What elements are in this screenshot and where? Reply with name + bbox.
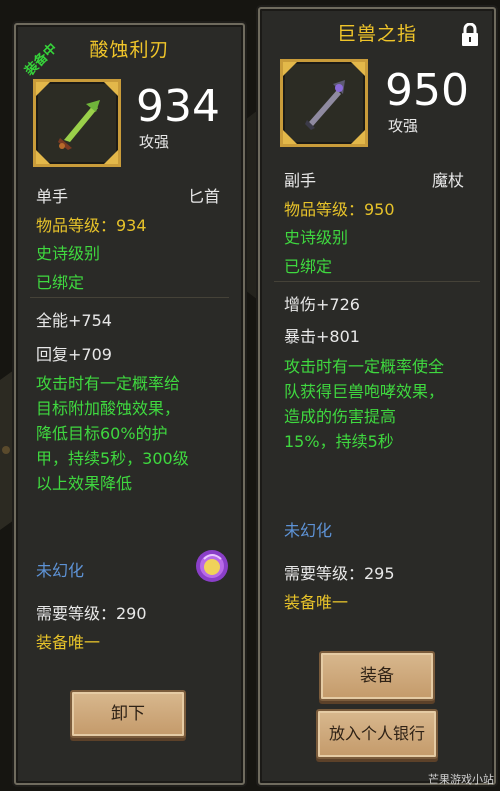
item-icon-frame xyxy=(33,79,121,167)
wand-icon xyxy=(283,62,365,144)
lock-icon[interactable] xyxy=(460,23,480,47)
attack-power-label: 攻强 xyxy=(388,117,419,135)
divider xyxy=(274,281,480,282)
item-type: 匕首 xyxy=(188,187,221,206)
stat-line: 增伤+726 xyxy=(284,295,360,314)
equip-button[interactable]: 装备 xyxy=(319,651,435,701)
item-level: 物品等级：950 xyxy=(284,200,395,219)
transmog-status: 未幻化 xyxy=(36,561,85,580)
item-name: 巨兽之指 xyxy=(336,23,417,45)
item-name: 酸蚀利刃 xyxy=(89,39,170,61)
item-quality: 史诗级别 xyxy=(36,244,101,263)
stat-line: 全能+754 xyxy=(36,311,112,330)
item-slot: 单手 xyxy=(36,187,69,206)
item-type: 魔杖 xyxy=(432,171,465,190)
unique-equipped: 装备唯一 xyxy=(284,593,349,612)
effect-description: 攻击时有一定概率给目标附加酸蚀效果，降低目标60%的护甲，持续5秒，300级以上… xyxy=(36,374,189,493)
unequip-button[interactable]: 卸下 xyxy=(70,690,186,738)
bound-status: 已绑定 xyxy=(284,257,333,276)
transmog-status: 未幻化 xyxy=(284,521,333,540)
attack-power-label: 攻强 xyxy=(139,133,170,151)
attack-power-value: 950 xyxy=(385,65,469,116)
item-level: 物品等级：934 xyxy=(36,216,147,235)
move-to-bank-button[interactable]: 放入个人银行 xyxy=(316,709,438,759)
divider xyxy=(30,297,229,298)
item-icon-frame xyxy=(280,59,368,147)
transmog-orb-icon[interactable] xyxy=(193,547,231,585)
item-slot: 副手 xyxy=(284,171,317,190)
dagger-icon xyxy=(36,82,118,164)
unique-equipped: 装备唯一 xyxy=(36,633,101,652)
required-level: 需要等级：295 xyxy=(284,564,395,583)
effect-description: 攻击时有一定概率使全队获得巨兽咆哮效果，造成的伤害提高15%，持续5秒 xyxy=(284,357,445,451)
item-quality: 史诗级别 xyxy=(284,228,349,247)
required-level: 需要等级：290 xyxy=(36,604,147,623)
attack-power-value: 934 xyxy=(136,81,220,132)
compare-item-tooltip: 巨兽之指 950 攻强 副手 魔杖 物品等级：950 史诗级别 已绑定 增伤+7… xyxy=(258,7,496,785)
bound-status: 已绑定 xyxy=(36,273,85,292)
equipped-item-tooltip: 装备中 酸蚀利刃 934 攻强 单手 匕首 物品等级：934 史诗级别 已绑定 … xyxy=(14,23,245,785)
stat-line: 暴击+801 xyxy=(284,327,360,346)
stat-line: 回复+709 xyxy=(36,345,112,364)
watermark: 芒果游戏小站 xyxy=(428,773,494,786)
